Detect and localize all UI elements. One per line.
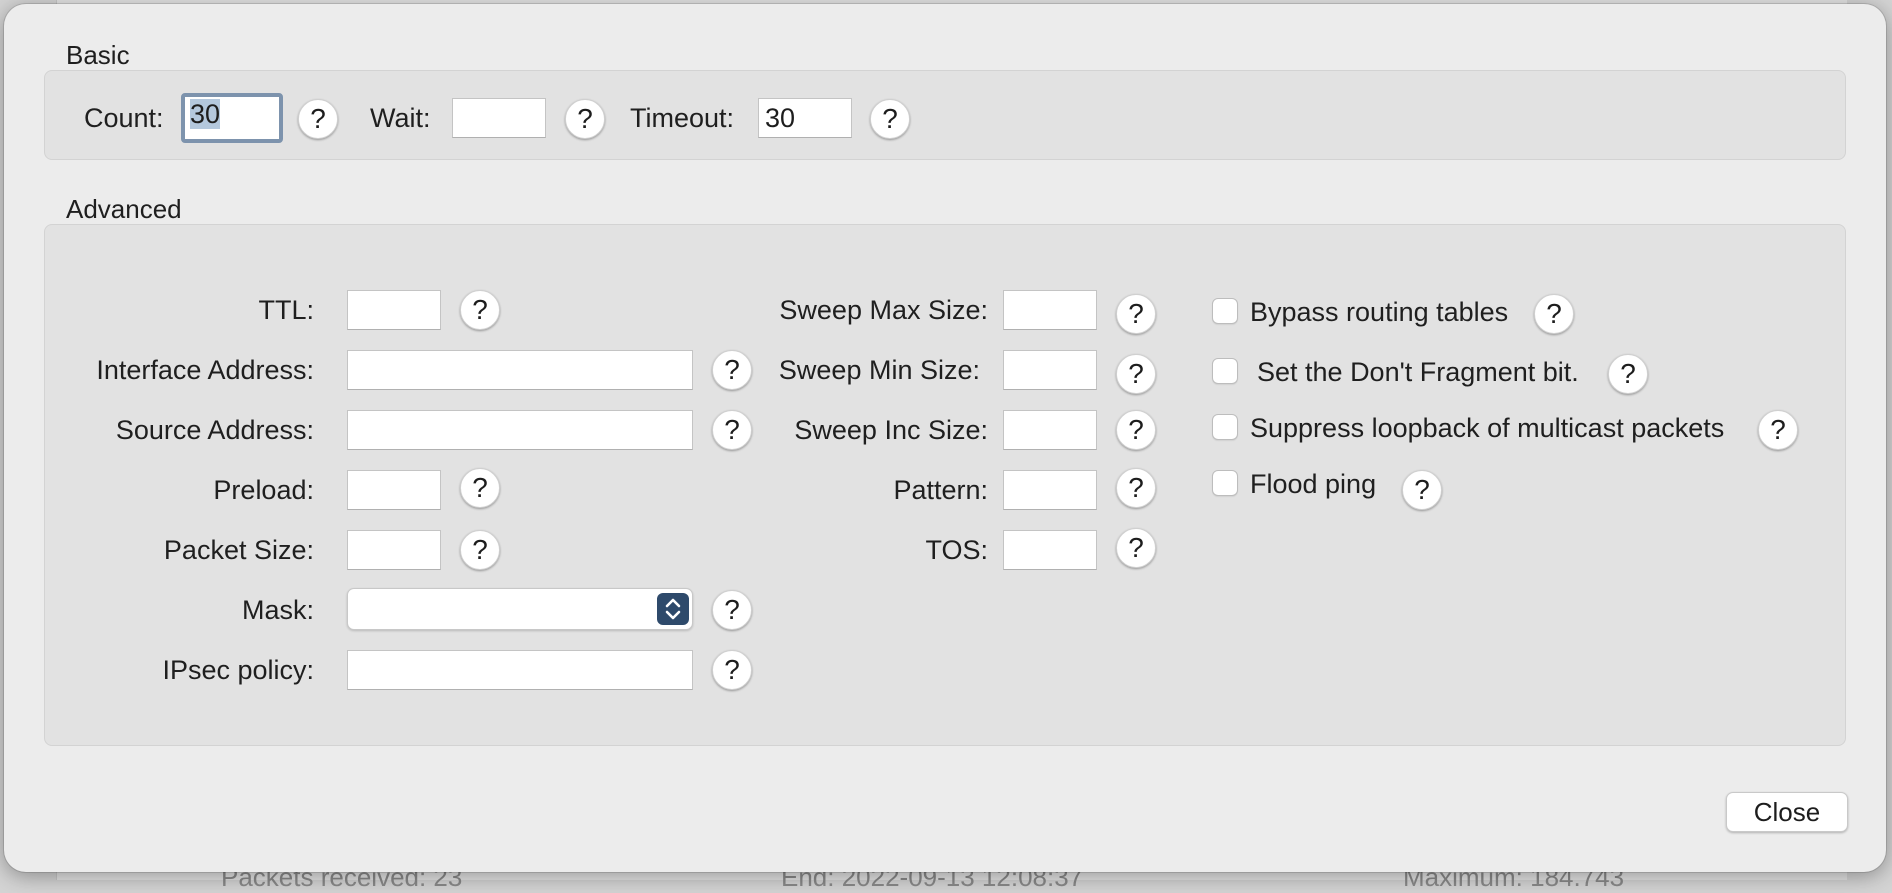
count-label: Count: bbox=[84, 103, 164, 133]
sweep-inc-size-field[interactable] bbox=[1003, 410, 1097, 450]
ipsec-policy-field[interactable] bbox=[347, 650, 693, 690]
preload-help-button[interactable]: ? bbox=[460, 468, 500, 508]
pattern-field[interactable] bbox=[1003, 470, 1097, 510]
sweep-min-size-label: Sweep Min Size: bbox=[778, 355, 980, 385]
pattern-help-button[interactable]: ? bbox=[1116, 468, 1156, 508]
tos-field[interactable] bbox=[1003, 530, 1097, 570]
timeout-field[interactable]: 30 bbox=[758, 98, 852, 138]
basic-section-title: Basic bbox=[66, 40, 130, 70]
count-field[interactable]: 30 bbox=[181, 93, 283, 143]
count-help-button[interactable]: ? bbox=[298, 99, 338, 139]
packet-size-field[interactable] bbox=[347, 530, 441, 570]
source-address-field[interactable] bbox=[347, 410, 693, 450]
interface-address-label: Interface Address: bbox=[96, 355, 314, 385]
ttl-field[interactable] bbox=[347, 290, 441, 330]
sweep-max-size-help-button[interactable]: ? bbox=[1116, 294, 1156, 334]
timeout-help-button[interactable]: ? bbox=[870, 99, 910, 139]
ttl-label: TTL: bbox=[258, 295, 314, 325]
bypass-routing-label: Bypass routing tables bbox=[1250, 297, 1509, 327]
source-address-label: Source Address: bbox=[115, 415, 314, 445]
count-value: 30 bbox=[190, 99, 221, 129]
sweep-min-size-field[interactable] bbox=[1003, 350, 1097, 390]
preload-field[interactable] bbox=[347, 470, 441, 510]
mask-label: Mask: bbox=[241, 595, 314, 625]
mask-popup-button[interactable] bbox=[347, 588, 693, 630]
flood-ping-checkbox[interactable] bbox=[1212, 470, 1238, 496]
dont-fragment-help-button[interactable]: ? bbox=[1608, 354, 1648, 394]
suppress-loopback-checkbox[interactable] bbox=[1212, 414, 1238, 440]
suppress-loopback-label: Suppress loopback of multicast packets bbox=[1250, 413, 1725, 443]
mask-help-button[interactable]: ? bbox=[712, 590, 752, 630]
wait-help-button[interactable]: ? bbox=[565, 99, 605, 139]
tos-label: TOS: bbox=[925, 535, 988, 565]
tos-help-button[interactable]: ? bbox=[1116, 528, 1156, 568]
wait-label: Wait: bbox=[370, 103, 431, 133]
dont-fragment-checkbox[interactable] bbox=[1212, 358, 1238, 384]
sweep-inc-size-help-button[interactable]: ? bbox=[1116, 410, 1156, 450]
close-button[interactable]: Close bbox=[1726, 792, 1848, 832]
up-down-chevron-icon bbox=[657, 593, 689, 625]
advanced-section-title: Advanced bbox=[66, 194, 182, 224]
bypass-routing-help-button[interactable]: ? bbox=[1534, 294, 1574, 334]
interface-address-field[interactable] bbox=[347, 350, 693, 390]
bypass-routing-checkbox[interactable] bbox=[1212, 298, 1238, 324]
suppress-loopback-help-button[interactable]: ? bbox=[1758, 410, 1798, 450]
sweep-min-size-help-button[interactable]: ? bbox=[1116, 354, 1156, 394]
pattern-label: Pattern: bbox=[893, 475, 988, 505]
flood-ping-label: Flood ping bbox=[1250, 469, 1377, 499]
packet-size-help-button[interactable]: ? bbox=[460, 530, 500, 570]
ipsec-policy-label: IPsec policy: bbox=[162, 655, 314, 685]
wait-field[interactable] bbox=[452, 98, 546, 138]
timeout-label: Timeout: bbox=[630, 103, 735, 133]
ping-options-sheet: Basic Count: 30 ? Wait: ? Timeout: 30 ? … bbox=[4, 4, 1886, 872]
sweep-inc-size-label: Sweep Inc Size: bbox=[794, 415, 988, 445]
preload-label: Preload: bbox=[213, 475, 314, 505]
dont-fragment-label: Set the Don't Fragment bit. bbox=[1257, 357, 1579, 387]
sweep-max-size-label: Sweep Max Size: bbox=[779, 295, 988, 325]
ipsec-policy-help-button[interactable]: ? bbox=[712, 650, 752, 690]
packet-size-label: Packet Size: bbox=[163, 535, 314, 565]
ttl-help-button[interactable]: ? bbox=[460, 290, 500, 330]
flood-ping-help-button[interactable]: ? bbox=[1402, 470, 1442, 510]
sweep-max-size-field[interactable] bbox=[1003, 290, 1097, 330]
